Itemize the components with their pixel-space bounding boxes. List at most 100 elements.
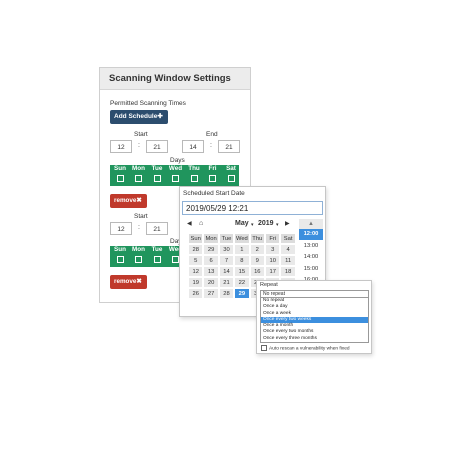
calendar-day[interactable]: 8 xyxy=(234,255,250,266)
day-mon[interactable]: Mon xyxy=(130,246,148,267)
day-checkbox[interactable] xyxy=(172,256,179,263)
chevron-down-icon[interactable]: ▾ xyxy=(251,222,254,228)
day-fri[interactable]: Fri xyxy=(204,165,222,186)
day-label: Tue xyxy=(151,246,163,253)
calendar-day[interactable]: 15 xyxy=(234,266,250,277)
scheduled-start-input[interactable]: 2019/05/29 12:21 xyxy=(182,201,323,215)
calendar-day[interactable]: 21 xyxy=(218,277,235,288)
start-hour-input[interactable]: 12 xyxy=(110,140,132,153)
calendar-day[interactable]: 17 xyxy=(265,266,281,277)
calendar-day[interactable]: 9 xyxy=(249,255,265,266)
remove-schedule-button[interactable]: remove✖ xyxy=(110,194,147,208)
year-select[interactable]: 2019 xyxy=(258,220,274,227)
calendar-day[interactable]: 7 xyxy=(218,255,235,266)
days-selector: Sun Mon Tue Wed Thu Fri Sat xyxy=(110,165,239,186)
day-checkbox[interactable] xyxy=(227,175,235,182)
day-checkbox[interactable] xyxy=(190,175,198,182)
time-colon: : xyxy=(138,224,140,231)
weekday-header: Wed xyxy=(234,233,250,244)
repeat-option[interactable]: Once every three months xyxy=(261,336,368,342)
calendar-day[interactable]: 2 xyxy=(249,244,265,255)
close-icon: ✖ xyxy=(136,278,142,285)
time-scroll-up-icon[interactable]: ▲ xyxy=(299,219,323,229)
calendar-day[interactable]: 28 xyxy=(218,288,235,299)
calendar-day[interactable]: 20 xyxy=(203,277,219,288)
calendar-day[interactable]: 14 xyxy=(218,266,235,277)
calendar-day[interactable]: 28 xyxy=(188,244,204,255)
day-checkbox[interactable] xyxy=(135,256,142,263)
home-icon[interactable]: ⌂ xyxy=(199,220,203,227)
calendar-day[interactable]: 1 xyxy=(234,244,250,255)
calendar-day[interactable]: 29 xyxy=(203,244,219,255)
auto-rescan-checkbox[interactable] xyxy=(261,345,267,351)
start-label: Start xyxy=(134,213,148,220)
days-label: Days xyxy=(170,157,185,164)
start-hour-input[interactable]: 12 xyxy=(110,222,132,235)
day-label: Tue xyxy=(151,165,163,172)
repeat-panel: Repeat No repeat No repeat Once a day On… xyxy=(256,280,372,354)
day-label: Thu xyxy=(188,165,200,172)
calendar-day[interactable]: 3 xyxy=(265,244,281,255)
day-label: Sun xyxy=(114,246,126,253)
day-checkbox[interactable] xyxy=(153,256,161,263)
day-tue[interactable]: Tue xyxy=(148,246,166,267)
add-schedule-label: Add Schedule xyxy=(114,113,158,120)
day-label: Fri xyxy=(208,165,217,172)
day-mon[interactable]: Mon xyxy=(130,165,148,186)
calendar-day[interactable]: 26 xyxy=(188,288,204,299)
day-label: Wed xyxy=(168,165,183,172)
auto-rescan-option[interactable]: Auto rescan a vulnerability when fixed xyxy=(261,345,350,351)
add-schedule-button[interactable]: Add Schedule✚ xyxy=(110,110,168,124)
time-option[interactable]: 14:00 xyxy=(299,252,323,264)
calendar-day[interactable]: 13 xyxy=(203,266,219,277)
calendar-day[interactable]: 10 xyxy=(265,255,281,266)
calendar-day[interactable]: 12 xyxy=(188,266,204,277)
day-thu[interactable]: Thu xyxy=(185,165,203,186)
prev-month-icon[interactable]: ◀ xyxy=(187,220,192,227)
scheduled-start-label: Scheduled Start Date xyxy=(183,190,245,197)
day-label: Mon xyxy=(132,246,145,253)
calendar-day[interactable]: 11 xyxy=(280,255,296,266)
day-checkbox[interactable] xyxy=(172,175,179,182)
day-checkbox[interactable] xyxy=(153,175,161,182)
calendar-day[interactable]: 4 xyxy=(280,244,296,255)
calendar-day[interactable]: 19 xyxy=(188,277,204,288)
calendar-day-selected[interactable]: 29 xyxy=(234,288,250,299)
days-selector: Sun Mon Tue Wed xyxy=(110,246,182,267)
time-option[interactable]: 15:00 xyxy=(299,264,323,275)
start-minute-input[interactable]: 21 xyxy=(146,140,168,153)
time-option[interactable]: 13:00 xyxy=(299,241,323,252)
close-icon: ✖ xyxy=(136,197,142,204)
next-month-icon[interactable]: ▶ xyxy=(285,220,290,227)
remove-schedule-button[interactable]: remove✖ xyxy=(110,275,147,289)
calendar-day[interactable]: 30 xyxy=(218,244,235,255)
day-checkbox[interactable] xyxy=(135,175,142,182)
start-minute-input[interactable]: 21 xyxy=(146,222,168,235)
repeat-label: Repeat xyxy=(260,282,278,288)
day-checkbox[interactable] xyxy=(116,175,124,182)
weekday-header: Thu xyxy=(249,233,265,244)
weekday-header: Tue xyxy=(218,233,235,244)
weekday-header: Fri xyxy=(265,233,281,244)
calendar-nav: ◀ ⌂ May ▾ 2019 ▾ ▶ xyxy=(180,219,295,231)
calendar-day[interactable]: 18 xyxy=(280,266,296,277)
day-sun[interactable]: Sun xyxy=(111,165,129,186)
day-checkbox[interactable] xyxy=(209,175,216,182)
day-checkbox[interactable] xyxy=(116,256,124,263)
day-tue[interactable]: Tue xyxy=(148,165,166,186)
end-minute-input[interactable]: 21 xyxy=(218,140,240,153)
month-select[interactable]: May xyxy=(235,220,249,227)
calendar-day[interactable]: 16 xyxy=(249,266,265,277)
end-hour-input[interactable]: 14 xyxy=(182,140,204,153)
day-sat[interactable]: Sat xyxy=(222,165,240,186)
calendar-day[interactable]: 6 xyxy=(203,255,219,266)
day-wed[interactable]: Wed xyxy=(167,165,185,186)
calendar-day[interactable]: 27 xyxy=(203,288,219,299)
time-option[interactable]: 12:00 xyxy=(299,229,323,241)
panel-title: Scanning Window Settings xyxy=(100,68,250,90)
repeat-select[interactable]: No repeat xyxy=(260,290,369,298)
day-sun[interactable]: Sun xyxy=(111,246,129,267)
chevron-down-icon[interactable]: ▾ xyxy=(276,222,279,228)
calendar-day[interactable]: 5 xyxy=(188,255,204,266)
calendar-day[interactable]: 22 xyxy=(234,277,250,288)
